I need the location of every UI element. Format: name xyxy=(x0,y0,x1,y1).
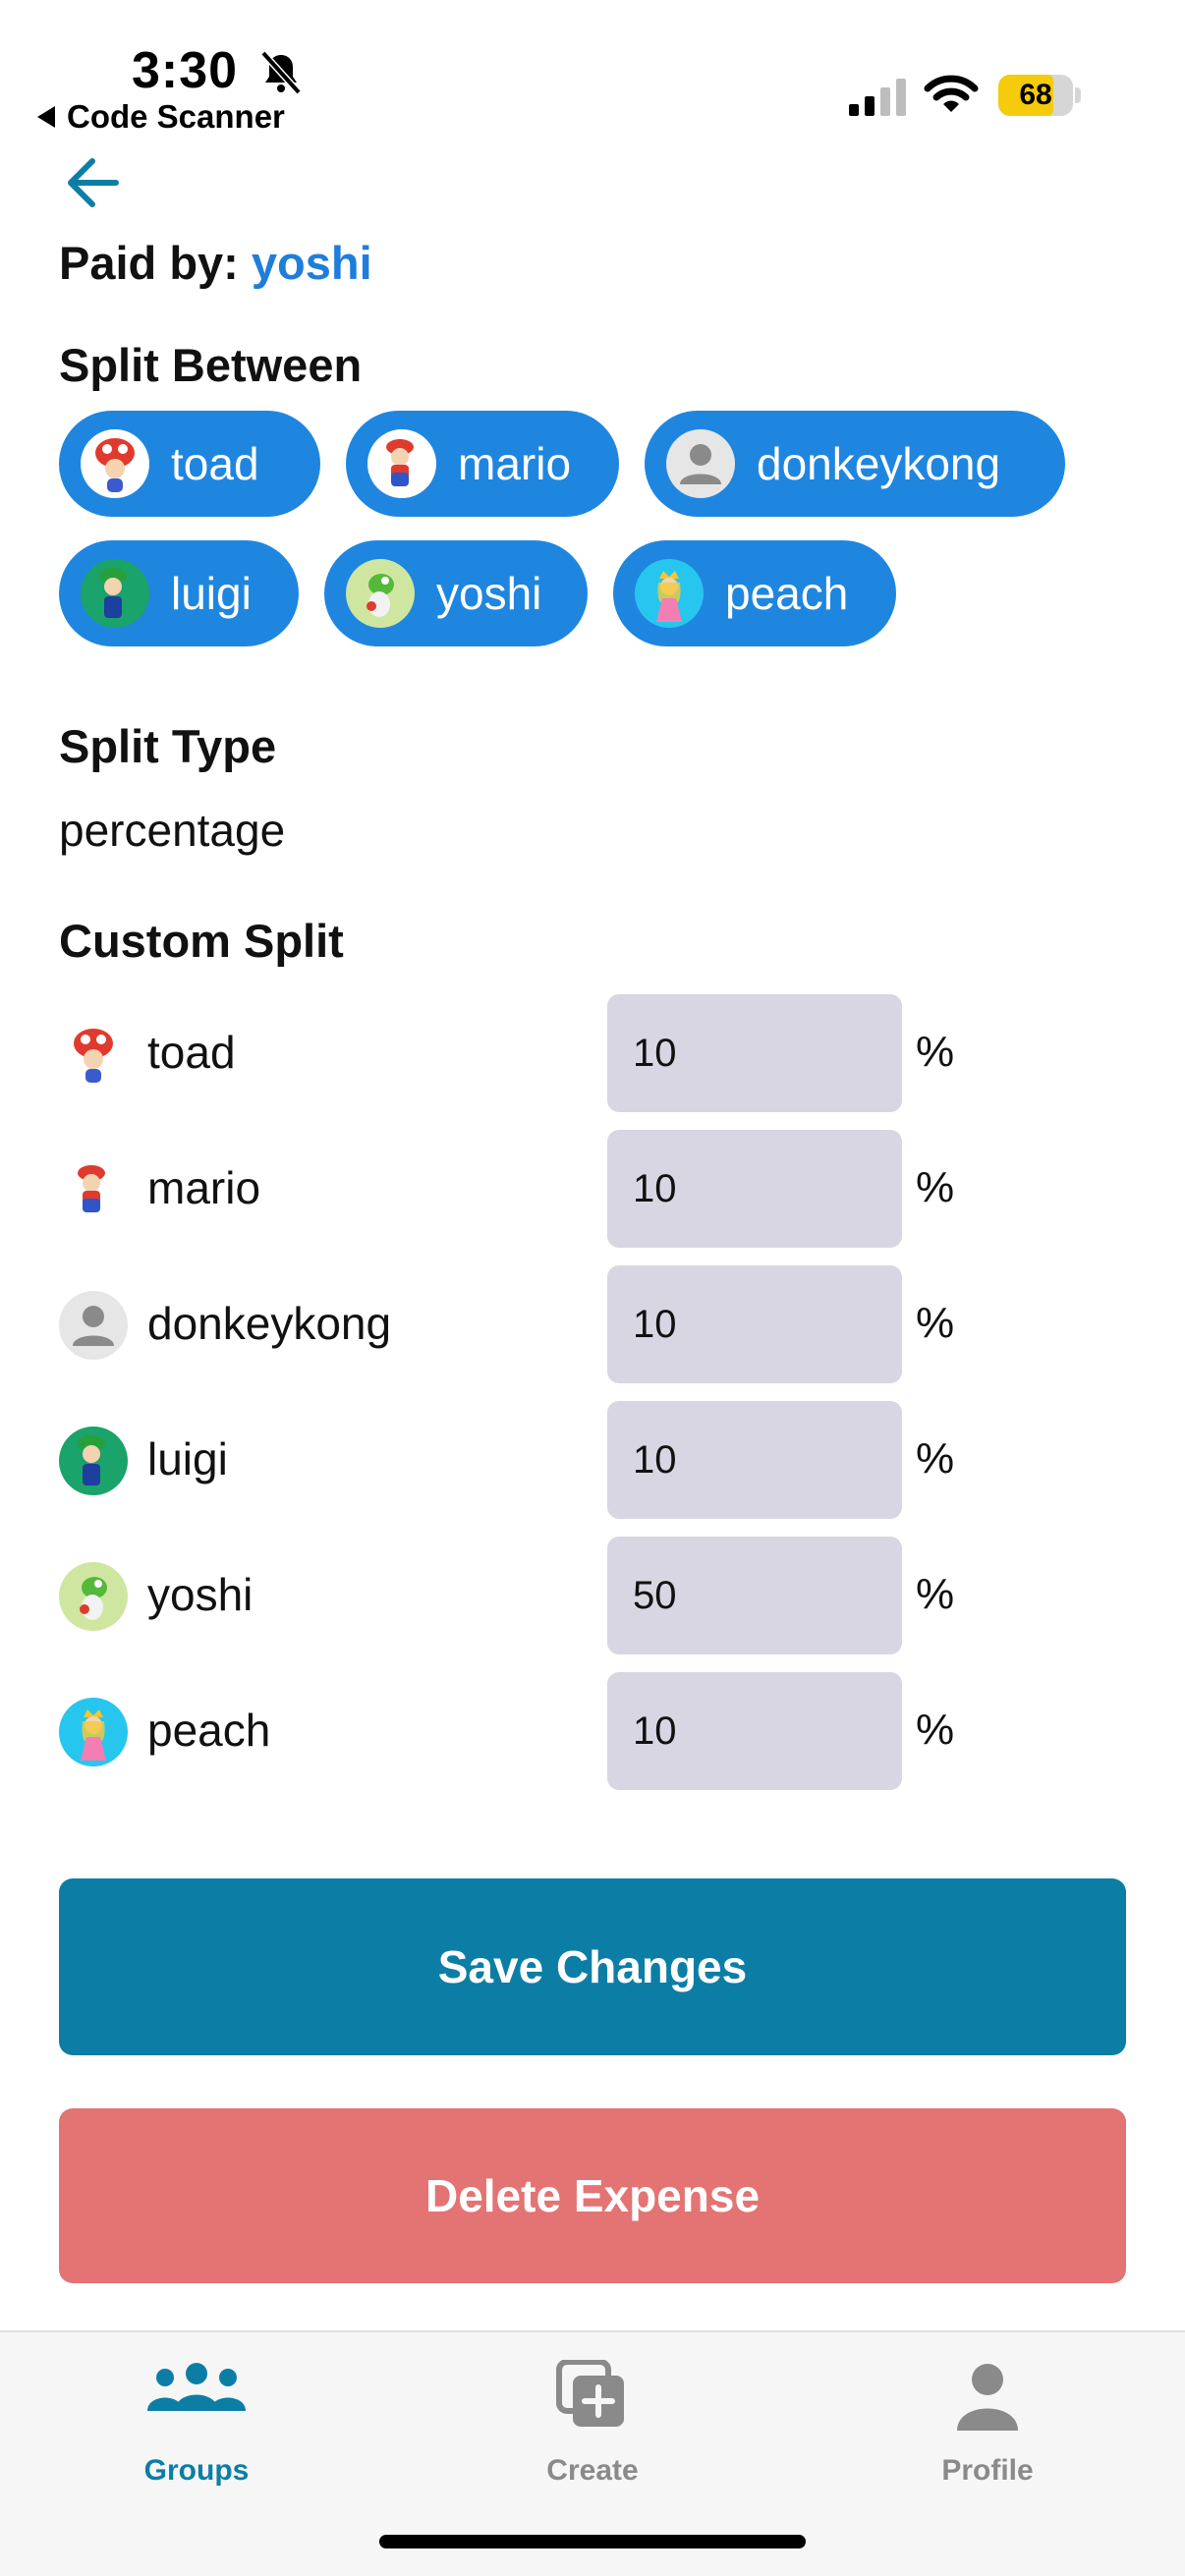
toad-avatar xyxy=(81,429,149,498)
back-to-app-link[interactable]: Code Scanner xyxy=(37,98,285,136)
custom-split-list: toad % mario % donkeykong % luigi % yosh… xyxy=(59,994,1042,1808)
tab-create[interactable]: Create xyxy=(475,2352,710,2499)
chip-label: toad xyxy=(171,438,259,489)
percent-unit: % xyxy=(916,1434,955,1483)
custom-split-row: peach % xyxy=(59,1672,1042,1790)
custom-split-row: toad % xyxy=(59,994,1042,1112)
yoshi-avatar xyxy=(59,1562,128,1631)
tab-groups-label: Groups xyxy=(143,2454,250,2487)
custom-split-row: mario % xyxy=(59,1130,1042,1248)
tab-profile[interactable]: Profile xyxy=(870,2352,1105,2499)
mario-avatar xyxy=(59,1155,128,1224)
row-name: yoshi xyxy=(147,1569,254,1620)
custom-split-row: donkeykong % xyxy=(59,1265,1042,1383)
tab-groups[interactable]: Groups xyxy=(79,2352,314,2499)
peach-avatar xyxy=(635,559,704,628)
save-changes-button[interactable]: Save Changes xyxy=(59,1878,1126,2055)
percentage-input[interactable] xyxy=(607,1401,902,1519)
groups-icon xyxy=(147,2363,246,2411)
percentage-input[interactable] xyxy=(607,1537,902,1654)
participant-chip[interactable]: peach xyxy=(613,540,896,646)
percent-unit: % xyxy=(916,1163,955,1211)
battery-percent: 68 xyxy=(1019,79,1052,111)
split-type-value: percentage xyxy=(59,805,286,856)
toad-avatar xyxy=(59,1020,128,1089)
percentage-input[interactable] xyxy=(607,1130,902,1248)
paid-by-label: Paid by: xyxy=(59,237,239,289)
custom-split-title: Custom Split xyxy=(59,915,344,967)
participant-chip[interactable]: yoshi xyxy=(324,540,588,646)
chip-label: yoshi xyxy=(436,568,542,619)
percentage-input[interactable] xyxy=(607,1672,902,1790)
cellular-signal-icon xyxy=(849,79,906,116)
tab-profile-label: Profile xyxy=(941,2454,1034,2487)
row-name: mario xyxy=(147,1162,261,1213)
participant-chip[interactable]: toad xyxy=(59,411,320,517)
custom-split-row: luigi % xyxy=(59,1401,1042,1519)
row-name: toad xyxy=(147,1027,236,1078)
status-time: 3:30 xyxy=(132,42,239,99)
participant-chips: toad mario donkeykong luigi yoshi peach xyxy=(59,411,1091,646)
participant-chip[interactable]: mario xyxy=(346,411,619,517)
back-triangle-icon xyxy=(37,106,55,128)
back-arrow-icon[interactable] xyxy=(59,151,130,214)
chip-label: luigi xyxy=(171,568,252,619)
tab-create-label: Create xyxy=(546,2454,639,2487)
create-icon xyxy=(556,2360,624,2427)
default-person-avatar xyxy=(59,1291,128,1360)
percent-unit: % xyxy=(916,1028,955,1076)
row-name: luigi xyxy=(147,1433,228,1484)
back-app-label: Code Scanner xyxy=(67,98,285,135)
paid-by-name: yoshi xyxy=(251,237,372,289)
participant-chip[interactable]: luigi xyxy=(59,540,299,646)
yoshi-avatar xyxy=(346,559,415,628)
home-indicator xyxy=(379,2535,806,2548)
custom-split-row: yoshi % xyxy=(59,1537,1042,1654)
percent-unit: % xyxy=(916,1570,955,1618)
bell-slash-icon xyxy=(260,50,302,95)
profile-icon xyxy=(957,2364,1018,2431)
participant-chip[interactable]: donkeykong xyxy=(645,411,1065,517)
percentage-input[interactable] xyxy=(607,994,902,1112)
mario-avatar xyxy=(367,429,436,498)
chip-label: mario xyxy=(458,438,572,489)
chip-label: donkeykong xyxy=(757,438,1001,489)
luigi-avatar xyxy=(81,559,149,628)
battery-indicator: 68 xyxy=(998,75,1081,116)
row-name: donkeykong xyxy=(147,1298,392,1349)
split-between-title: Split Between xyxy=(59,339,363,391)
delete-expense-button[interactable]: Delete Expense xyxy=(59,2108,1126,2283)
luigi-avatar xyxy=(59,1427,128,1495)
row-name: peach xyxy=(147,1705,271,1756)
default-person-avatar xyxy=(666,429,735,498)
percent-unit: % xyxy=(916,1706,955,1754)
paid-by: Paid by: yoshi xyxy=(59,236,372,290)
split-type-title: Split Type xyxy=(59,720,277,772)
wifi-icon xyxy=(924,75,979,112)
percent-unit: % xyxy=(916,1299,955,1347)
percentage-input[interactable] xyxy=(607,1265,902,1383)
peach-avatar xyxy=(59,1698,128,1766)
chip-label: peach xyxy=(725,568,849,619)
